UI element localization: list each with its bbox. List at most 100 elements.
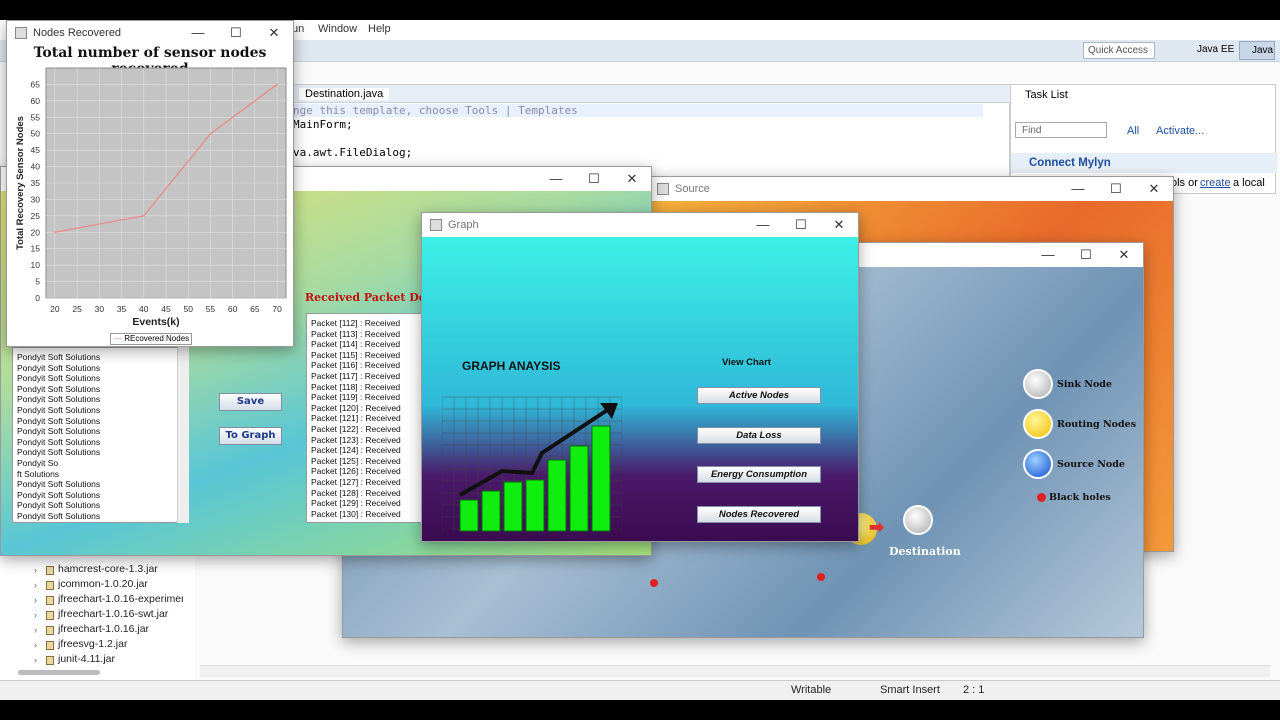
close-icon[interactable]: ✕ [255,25,293,41]
source-titlebar: Source — ☐ ✕ [649,177,1173,201]
minimize-icon[interactable]: — [179,25,217,41]
packet-row[interactable]: Packet [114] : Received [311,339,425,350]
packet-row[interactable]: Packet [120] : Received [311,403,425,414]
menu-help[interactable]: Help [368,23,391,35]
company-row[interactable]: Pondyit Soft Solutions [17,490,188,501]
to-graph-button[interactable]: To Graph [219,427,282,445]
energy-consumption-button[interactable]: Energy Consumption [697,466,821,483]
jar-item[interactable]: jcommon-1.0.20.jar [58,578,148,590]
menu-window[interactable]: Window [318,23,357,35]
company-row[interactable]: Pondyit Soft Solutions [17,352,188,363]
vertical-scrollbar[interactable] [177,347,189,523]
nodes-window-title: Nodes Recovered [33,27,122,39]
destination-label: Destination [889,545,961,558]
close-icon[interactable]: ✕ [1105,247,1143,263]
task-find-input[interactable]: Find [1015,122,1107,138]
company-row[interactable]: Pondyit So [17,458,188,469]
minimize-icon[interactable]: — [1029,247,1067,263]
jar-item[interactable]: jfreechart-1.0.16-experimen [58,593,183,605]
packet-row[interactable]: Packet [112] : Received [311,318,425,329]
horizontal-scrollbar[interactable] [18,670,100,675]
packet-row[interactable]: Packet [124] : Received [311,445,425,456]
company-row[interactable]: Pondyit Soft Solutions [17,426,188,437]
company-row[interactable]: Pondyit Soft Solutions [17,373,188,384]
company-row[interactable]: Pondyit Soft Solutions [17,447,188,458]
code-line: nge this template, choose Tools | Templa… [293,104,983,117]
packet-list[interactable]: Packet [112] : Received Packet [113] : Re… [306,313,426,523]
close-icon[interactable]: ✕ [1135,181,1173,197]
packet-row[interactable]: Packet [123] : Received [311,435,425,446]
black-hole-icon [1037,493,1046,502]
packet-row[interactable]: Packet [122] : Received [311,424,425,435]
packet-row[interactable]: Packet [113] : Received [311,329,425,340]
jar-item[interactable]: jfreesvg-1.2.jar [58,638,127,650]
create-link[interactable]: create [1200,177,1231,189]
company-row[interactable]: Pondyit Soft Solutions [17,479,188,490]
packet-row[interactable]: Packet [128] : Received [311,488,425,499]
company-row[interactable]: Pondyit Soft Solutions [17,500,188,511]
active-nodes-button[interactable]: Active Nodes [697,387,821,404]
maximize-icon[interactable]: ☐ [1097,181,1135,197]
packet-row[interactable]: Packet [119] : Received [311,392,425,403]
maximize-icon[interactable]: ☐ [782,217,820,233]
company-row[interactable]: Pondyit Soft Solutions [17,511,188,522]
maximize-icon[interactable]: ☐ [575,171,613,187]
packet-row[interactable]: Packet [118] : Received [311,382,425,393]
nodes-recovered-button[interactable]: Nodes Recovered [697,506,821,523]
status-insert-mode: Smart Insert [880,684,940,696]
y-axis-label: Total Recovery Sensor Nodes [15,116,26,250]
maximize-icon[interactable]: ☐ [1067,247,1105,263]
packet-row[interactable]: Packet [130] : Received [311,509,425,520]
jar-item[interactable]: jfreechart-1.0.16-swt.jar [58,608,168,620]
close-icon[interactable]: ✕ [613,171,651,187]
recovered-nodes-chart: 0 5 10 15 20 25 30 35 40 45 50 55 60 65 20 25 30 35 40 45 50… [15,67,287,328]
packet-row[interactable]: Packet [117] : Received [311,371,425,382]
jar-item[interactable]: junit-4.11.jar [58,653,115,665]
connect-mylyn[interactable]: Connect Mylyn [1029,157,1111,169]
minimize-icon[interactable]: — [537,171,575,187]
packet-row[interactable]: Packet [125] : Received [311,456,425,467]
task-all-link[interactable]: All [1127,125,1139,137]
jar-item[interactable]: hamcrest-core-1.3.jar [58,563,158,575]
status-writable: Writable [791,684,832,696]
black-hole-node [817,573,825,581]
packet-row[interactable]: Packet [126] : Received [311,466,425,477]
code-line: va.awt.FileDialog; [293,146,413,159]
save-button[interactable]: Save [219,393,282,411]
chart-legend: — REcovered Nodes [110,333,192,345]
packet-row[interactable]: Packet [116] : Received [311,360,425,371]
company-row[interactable]: ft Solutions [17,469,188,480]
minimize-icon[interactable]: — [744,217,782,233]
quick-access-input[interactable]: Quick Access [1083,42,1155,59]
task-activate-link[interactable]: Activate... [1156,125,1204,137]
company-row[interactable]: Pondyit Soft Solutions [17,405,188,416]
status-bar: Writable Smart Insert 2 : 1 [0,680,1280,700]
x-axis-label: Events(k) [132,316,179,328]
packet-row[interactable]: Packet [121] : Received [311,413,425,424]
editor-hscroll[interactable] [200,665,1270,677]
perspective-java[interactable]: Java [1239,41,1275,60]
packet-row[interactable]: Packet [129] : Received [311,498,425,509]
close-icon[interactable]: ✕ [820,217,858,233]
x-tick-label: 25 [72,304,82,314]
x-tick-label: 35 [117,304,127,314]
maximize-icon[interactable]: ☐ [217,25,255,41]
legend-source-node: Source Node [1057,459,1125,470]
code-editor[interactable]: Destination.java nge this template, choo… [290,84,1011,179]
minimize-icon[interactable]: — [1059,181,1097,197]
company-list[interactable]: Pondyit Soft Solutions Pondyit Soft Solut… [12,347,189,523]
company-row[interactable]: Pondyit Soft Solutions [17,394,188,405]
destination-node[interactable] [903,505,933,535]
graph-title: Graph [448,219,479,231]
data-loss-button[interactable]: Data Loss [697,427,821,444]
perspective-java-ee[interactable]: Java EE [1197,44,1234,55]
packet-row[interactable]: Packet [115] : Received [311,350,425,361]
company-row[interactable]: Pondyit Soft Solutions [17,416,188,427]
jar-item[interactable]: jfreechart-1.0.16.jar [58,623,149,635]
tab-destination-java[interactable]: Destination.java [299,88,390,100]
packet-row[interactable]: Packet [127] : Received [311,477,425,488]
company-row[interactable]: Pondyit Soft Solutions [17,384,188,395]
x-tick-label: 45 [161,304,171,314]
company-row[interactable]: Pondyit Soft Solutions [17,363,188,374]
company-row[interactable]: Pondyit Soft Solutions [17,437,188,448]
